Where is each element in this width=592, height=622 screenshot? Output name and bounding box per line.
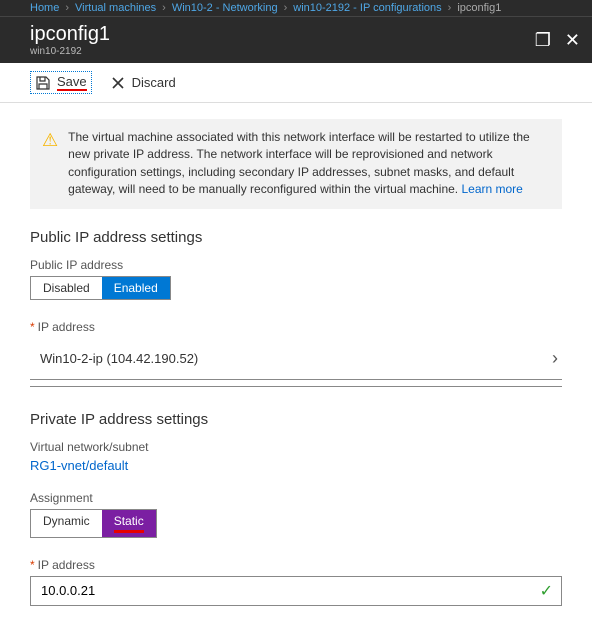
discard-icon	[110, 75, 126, 91]
assignment-static[interactable]: Static	[102, 510, 156, 537]
assignment-toggle[interactable]: Dynamic Static	[30, 509, 157, 538]
page-title: ipconfig1	[30, 23, 535, 46]
page-subtitle: win10-2192	[30, 46, 535, 57]
public-ip-selector[interactable]: Win10-2-ip (104.42.190.52) ›	[30, 338, 562, 380]
chevron-right-icon: ›	[162, 2, 166, 14]
discard-label: Discard	[132, 75, 176, 90]
save-button[interactable]: Save	[30, 71, 92, 94]
chevron-right-icon: ›	[284, 2, 288, 14]
breadcrumb: Home › Virtual machines › Win10-2 - Netw…	[0, 0, 592, 17]
save-icon	[35, 75, 51, 91]
chevron-right-icon: ›	[448, 2, 452, 14]
private-ip-input-wrapper[interactable]: ✓	[30, 576, 562, 606]
assignment-dynamic[interactable]: Dynamic	[31, 510, 102, 537]
public-ip-value: Win10-2-ip (104.42.190.52)	[30, 351, 552, 366]
private-ip-heading: Private IP address settings	[30, 411, 562, 428]
save-label: Save	[57, 74, 87, 91]
subnet-link[interactable]: RG1-vnet/default	[30, 458, 128, 473]
breadcrumb-networking[interactable]: Win10-2 - Networking	[172, 2, 278, 14]
chevron-right-icon: ›	[65, 2, 69, 14]
subnet-label: Virtual network/subnet	[30, 440, 562, 454]
warning-banner: ⚠ The virtual machine associated with th…	[30, 119, 562, 209]
private-ip-label: IP address	[38, 558, 95, 572]
checkmark-icon: ✓	[540, 581, 553, 601]
chevron-right-icon: ›	[552, 348, 562, 369]
public-ip-heading: Public IP address settings	[30, 229, 562, 246]
public-ip-toggle[interactable]: Disabled Enabled	[30, 276, 171, 300]
public-ip-enabled[interactable]: Enabled	[102, 277, 170, 299]
breadcrumb-ipconfigs[interactable]: win10-2192 - IP configurations	[293, 2, 441, 14]
close-icon[interactable]: ✕	[565, 30, 580, 51]
breadcrumb-home[interactable]: Home	[30, 2, 59, 14]
public-ip-label: Public IP address	[30, 258, 562, 272]
warning-icon: ⚠	[42, 131, 58, 199]
private-ip-input[interactable]	[39, 581, 540, 600]
restore-window-icon[interactable]: ❐	[535, 30, 551, 51]
learn-more-link[interactable]: Learn more	[461, 182, 522, 196]
public-ip-disabled[interactable]: Disabled	[31, 277, 102, 299]
ip-address-label: IP address	[38, 320, 95, 334]
assignment-label: Assignment	[30, 491, 562, 505]
breadcrumb-vms[interactable]: Virtual machines	[75, 2, 156, 14]
breadcrumb-current: ipconfig1	[457, 2, 501, 14]
discard-button[interactable]: Discard	[106, 71, 180, 94]
